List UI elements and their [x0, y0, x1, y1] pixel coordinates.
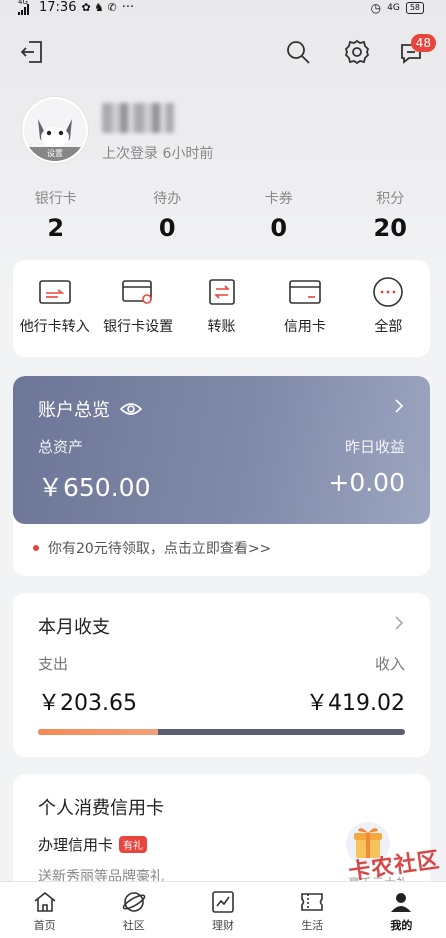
tab-label: 生活: [301, 919, 324, 932]
yesterday-earnings-label: 昨日收益: [344, 438, 405, 456]
quick-action-card-transfer-in[interactable]: 他行卡转入: [13, 260, 96, 357]
credit-title: 个人消费信用卡: [38, 798, 164, 819]
status-more: ···: [121, 0, 135, 15]
status-time: 17:36: [39, 0, 77, 15]
expense-label: 支出: [38, 655, 69, 673]
tab-home[interactable]: 首页: [0, 882, 89, 938]
card-settings-icon: [122, 280, 152, 304]
expense-bar-fill: [38, 729, 158, 735]
chevron-right-icon[interactable]: [394, 398, 404, 414]
income-expense-bar: [38, 729, 405, 735]
tab-label: 首页: [33, 919, 56, 932]
yesterday-earnings-value: +0.00: [328, 468, 405, 497]
transfer-icon: [208, 279, 235, 305]
alarm-icon: ◷: [370, 1, 382, 15]
quick-action-label: 信用卡: [283, 319, 326, 335]
quick-action-label: 转账: [207, 319, 236, 335]
card-transfer-in-icon: [38, 280, 71, 304]
logout-icon[interactable]: [18, 38, 46, 66]
eye-icon[interactable]: [120, 402, 142, 416]
stat-value: 20: [373, 214, 407, 242]
stat-label: 卡券: [264, 191, 293, 207]
promo-dot-icon: [33, 545, 39, 551]
credit-subtitle: 办理信用卡: [38, 836, 114, 854]
account-overview-title: 账户总览: [38, 396, 142, 422]
monthly-title: 本月收支: [38, 617, 110, 638]
quick-action-all[interactable]: 全部: [347, 260, 430, 357]
tab-community[interactable]: 社区: [89, 882, 178, 938]
gear-icon[interactable]: [343, 38, 371, 66]
profile-icon: [391, 893, 412, 912]
stat-coupons[interactable]: 卡券 0: [223, 188, 335, 242]
stat-points[interactable]: 积分 20: [335, 188, 446, 242]
quick-action-transfer[interactable]: 转账: [180, 260, 263, 357]
chevron-right-icon[interactable]: [394, 615, 404, 631]
quick-action-label: 他行卡转入: [19, 319, 90, 335]
message-badge: 48: [410, 34, 436, 52]
account-overview-card[interactable]: 账户总览 总资产 昨日收益 ￥650.00 +0.00 你有20元待领取，点击立…: [13, 376, 430, 576]
total-assets-value: ￥650.00: [38, 473, 151, 502]
credit-apply-link[interactable]: 办理信用卡 有礼: [38, 834, 148, 855]
battery-icon: 58: [405, 2, 424, 14]
last-login-text: 上次登录 6小时前: [102, 146, 214, 162]
stat-label: 银行卡: [34, 191, 77, 207]
community-icon: [122, 892, 146, 912]
stat-value: 0: [158, 214, 176, 242]
username-blurred: [102, 103, 174, 133]
gift-tag: 有礼: [119, 836, 148, 853]
tab-label: 我的: [390, 919, 413, 932]
stats-row: 银行卡 2 待办 0 卡券 0 积分 20: [0, 188, 446, 242]
expense-value: ￥203.65: [38, 691, 137, 716]
account-overview-header: 账户总览 总资产 昨日收益 ￥650.00 +0.00: [13, 376, 430, 524]
quick-action-credit-card[interactable]: 信用卡: [263, 260, 346, 357]
income-value: ￥419.02: [306, 691, 405, 716]
search-icon[interactable]: [284, 38, 312, 66]
quick-action-card-settings[interactable]: 银行卡设置: [96, 260, 179, 357]
home-icon: [34, 891, 56, 912]
signal-icon: [18, 3, 29, 15]
notification-icons: ✿ ♞ ✆: [81, 1, 117, 14]
network-4g: 4G: [387, 3, 400, 13]
account-title-text: 账户总览: [38, 400, 110, 421]
quick-action-label: 银行卡设置: [103, 319, 174, 335]
monthly-summary-card[interactable]: 本月收支 支出 收入 ￥203.65 ￥419.02: [13, 593, 430, 757]
life-icon: [301, 893, 324, 911]
tab-label: 社区: [122, 919, 145, 932]
stat-label: 待办: [153, 191, 182, 207]
promo-link[interactable]: 你有20元待领取，点击立即查看>>: [33, 538, 271, 558]
stat-todo[interactable]: 待办 0: [112, 188, 224, 242]
quick-action-label: 全部: [374, 319, 403, 335]
income-label: 收入: [374, 655, 405, 673]
promo-text: 你有20元待领取，点击立即查看>>: [48, 541, 272, 557]
avatar[interactable]: 设置: [22, 97, 88, 163]
tab-finance[interactable]: 理财: [178, 882, 267, 938]
tab-life[interactable]: 生活: [268, 882, 357, 938]
bottom-tab-bar: 首页 社区 理财 生活 我的: [0, 881, 446, 938]
tab-label: 理财: [212, 919, 234, 932]
status-bar: 4G 17:36 ✿ ♞ ✆ ··· ◷ 4G 58: [0, 0, 446, 16]
stat-value: 0: [270, 214, 288, 242]
credit-card-icon: [289, 280, 321, 304]
finance-icon: [212, 891, 234, 913]
total-assets-label: 总资产: [38, 438, 84, 456]
quick-actions-card: 他行卡转入 银行卡设置 转账 信用卡 全部: [13, 260, 430, 357]
more-icon: [373, 277, 404, 307]
avatar-settings-tag: 设置: [24, 147, 86, 161]
stat-bank-cards[interactable]: 银行卡 2: [0, 188, 112, 242]
stat-label: 积分: [376, 191, 405, 207]
tab-profile[interactable]: 我的: [357, 882, 446, 938]
message-icon[interactable]: 48: [398, 34, 436, 66]
stat-value: 2: [47, 214, 65, 242]
